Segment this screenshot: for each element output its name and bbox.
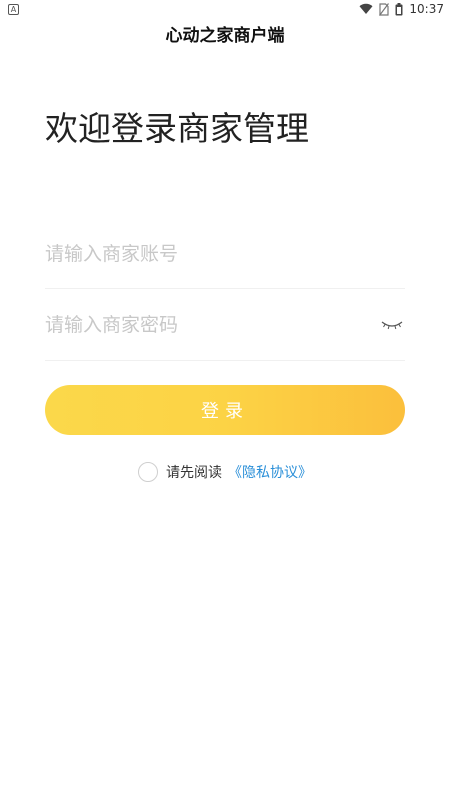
no-sim-icon [379, 2, 390, 16]
password-field [45, 305, 405, 345]
agreement-text: 请先阅读 [166, 465, 222, 481]
privacy-link[interactable]: 《隐私协议》 [228, 462, 312, 482]
welcome-heading: 欢迎登录商家管理 [45, 109, 309, 148]
agree-checkbox[interactable] [138, 462, 158, 482]
status-right: 10:37 [359, 2, 444, 16]
wifi-icon [359, 3, 373, 15]
battery-icon [395, 2, 403, 16]
password-divider [45, 360, 405, 361]
login-button[interactable]: 登录 [45, 385, 405, 435]
status-left: A [8, 3, 19, 15]
account-input[interactable] [45, 243, 345, 265]
account-divider [45, 288, 405, 289]
eye-closed-icon[interactable] [379, 315, 405, 335]
password-input[interactable] [45, 314, 345, 336]
account-field [45, 234, 405, 274]
status-bar: A 10:37 [0, 0, 450, 18]
notification-icon: A [8, 3, 19, 15]
app-title: 心动之家商户端 [165, 26, 285, 46]
agreement-row: 请先阅读 《隐私协议》 [0, 460, 450, 484]
clock-time: 10:37 [409, 2, 444, 16]
